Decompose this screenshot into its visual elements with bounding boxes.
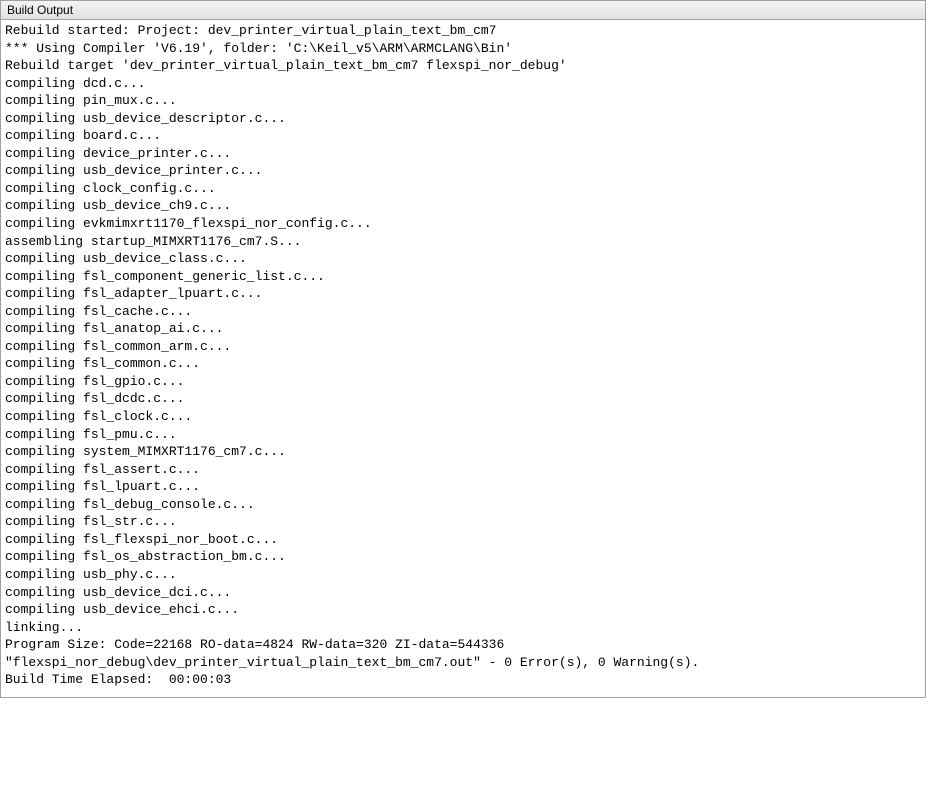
log-line: compiling fsl_clock.c...	[5, 408, 921, 426]
log-line: compiling usb_device_ehci.c...	[5, 601, 921, 619]
log-line: compiling fsl_common.c...	[5, 355, 921, 373]
log-line: compiling fsl_gpio.c...	[5, 373, 921, 391]
log-line: compiling usb_device_ch9.c...	[5, 197, 921, 215]
log-line: *** Using Compiler 'V6.19', folder: 'C:\…	[5, 40, 921, 58]
log-line: compiling usb_device_dci.c...	[5, 584, 921, 602]
log-line: compiling fsl_flexspi_nor_boot.c...	[5, 531, 921, 549]
build-output-panel: Build Output Rebuild started: Project: d…	[0, 0, 926, 698]
log-line: compiling fsl_adapter_lpuart.c...	[5, 285, 921, 303]
log-line: compiling usb_device_class.c...	[5, 250, 921, 268]
log-line: compiling fsl_anatop_ai.c...	[5, 320, 921, 338]
log-line: compiling fsl_str.c...	[5, 513, 921, 531]
log-line: compiling fsl_pmu.c...	[5, 426, 921, 444]
log-line: Rebuild target 'dev_printer_virtual_plai…	[5, 57, 921, 75]
log-line: compiling clock_config.c...	[5, 180, 921, 198]
log-line: compiling fsl_dcdc.c...	[5, 390, 921, 408]
log-line: compiling pin_mux.c...	[5, 92, 921, 110]
log-line: linking...	[5, 619, 921, 637]
log-line: compiling usb_device_printer.c...	[5, 162, 921, 180]
log-line: compiling fsl_component_generic_list.c..…	[5, 268, 921, 286]
log-line: compiling board.c...	[5, 127, 921, 145]
log-line: compiling fsl_os_abstraction_bm.c...	[5, 548, 921, 566]
log-line: compiling fsl_debug_console.c...	[5, 496, 921, 514]
log-line: Build Time Elapsed: 00:00:03	[5, 671, 921, 689]
log-line: compiling fsl_cache.c...	[5, 303, 921, 321]
log-line: Rebuild started: Project: dev_printer_vi…	[5, 22, 921, 40]
log-line: assembling startup_MIMXRT1176_cm7.S...	[5, 233, 921, 251]
log-line: compiling evkmimxrt1170_flexspi_nor_conf…	[5, 215, 921, 233]
log-line: compiling usb_device_descriptor.c...	[5, 110, 921, 128]
log-line: "flexspi_nor_debug\dev_printer_virtual_p…	[5, 654, 921, 672]
log-line: compiling dcd.c...	[5, 75, 921, 93]
log-line: compiling system_MIMXRT1176_cm7.c...	[5, 443, 921, 461]
log-line: Program Size: Code=22168 RO-data=4824 RW…	[5, 636, 921, 654]
log-line: compiling device_printer.c...	[5, 145, 921, 163]
log-line: compiling usb_phy.c...	[5, 566, 921, 584]
log-line: compiling fsl_assert.c...	[5, 461, 921, 479]
log-line: compiling fsl_common_arm.c...	[5, 338, 921, 356]
panel-title: Build Output	[1, 1, 925, 20]
log-line: compiling fsl_lpuart.c...	[5, 478, 921, 496]
build-log-area[interactable]: Rebuild started: Project: dev_printer_vi…	[1, 20, 925, 697]
